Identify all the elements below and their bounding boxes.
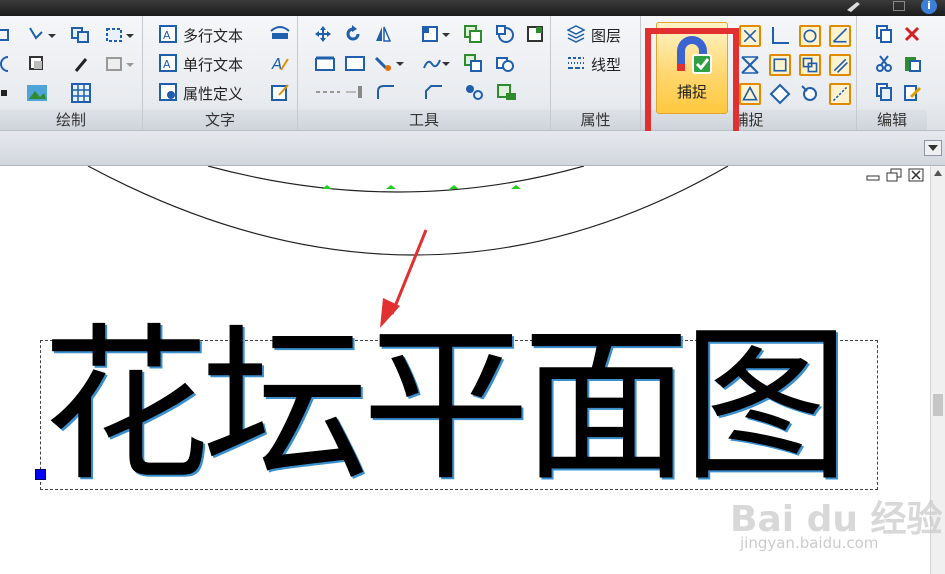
snap-apparent-icon[interactable]	[739, 54, 761, 76]
scroll-up-icon[interactable]	[934, 170, 942, 176]
polyline-tool-icon[interactable]	[28, 26, 58, 44]
restore-icon[interactable]	[886, 168, 902, 182]
scrollbar-thumb[interactable]	[933, 394, 943, 416]
snap-perpendicular-icon[interactable]	[769, 25, 791, 47]
text-style-icon[interactable]	[269, 25, 291, 43]
grip-marker	[322, 185, 332, 189]
snap-intersection-icon[interactable]	[739, 25, 761, 47]
snap-parallel-icon[interactable]	[829, 54, 851, 76]
paste-special-icon[interactable]	[903, 83, 921, 101]
image-insert-icon[interactable]	[26, 82, 48, 104]
title-bar: i	[0, 0, 945, 16]
copy-base-icon[interactable]	[875, 83, 893, 101]
copy-block-icon[interactable]	[70, 26, 92, 44]
text-insertion-grip[interactable]	[35, 469, 46, 480]
drawing-window-controls	[866, 168, 926, 184]
snap-nearest-icon[interactable]	[799, 83, 821, 105]
snap-node-icon[interactable]	[769, 54, 791, 76]
stretch-icon[interactable]	[422, 25, 452, 43]
outer-arc	[87, 166, 729, 256]
array-icon[interactable]	[496, 25, 514, 43]
fillet-icon[interactable]	[374, 83, 396, 101]
block-insert-icon[interactable]	[104, 55, 136, 73]
scale-icon[interactable]	[374, 54, 406, 72]
grip-marker	[386, 185, 396, 189]
linetype-button[interactable]: 线型	[591, 54, 621, 75]
layer-button[interactable]: 图层	[591, 25, 621, 46]
ribbon-group-text: A 多行文本 A 单行文本 A 属性定义 文字	[143, 16, 298, 130]
help-icon[interactable]: i	[921, 0, 937, 14]
ribbon-group-draw: 绘制	[0, 16, 143, 130]
ribbon: 绘制 A 多行文本 A 单行文本 A 属性定义 文字 工具 图层 线型 属性 捕…	[0, 16, 945, 140]
ribbon-group-edit: 编辑	[857, 16, 927, 130]
pen-icon[interactable]	[845, 0, 863, 12]
grip-marker	[449, 185, 459, 189]
snap-tangent-icon[interactable]	[829, 25, 851, 47]
dtext-button[interactable]: 单行文本	[183, 54, 243, 75]
drawing-title-text[interactable]: 花坛平面图	[42, 321, 878, 491]
lengthen-icon[interactable]	[344, 83, 366, 101]
extend-icon[interactable]	[344, 54, 366, 72]
rotate-icon[interactable]	[344, 25, 362, 43]
copy-clipboard-icon[interactable]	[875, 25, 893, 43]
move-icon[interactable]	[314, 25, 332, 43]
block-settings-icon[interactable]	[104, 26, 136, 44]
layer-icon[interactable]	[567, 25, 585, 43]
explode-icon[interactable]	[464, 83, 486, 101]
cut-icon[interactable]	[875, 54, 893, 72]
attdef-button[interactable]: 属性定义	[183, 83, 243, 104]
snap-quadrant-icon[interactable]	[769, 83, 791, 105]
snap-extension-icon[interactable]	[829, 83, 851, 105]
break-icon[interactable]	[422, 54, 452, 72]
ribbon-group-tools: 工具	[298, 16, 551, 130]
attedit-icon[interactable]	[271, 83, 289, 101]
chamfer-corner-icon[interactable]	[422, 83, 444, 101]
inner-arc	[207, 166, 585, 193]
ribbon-group-label-edit: 编辑	[857, 110, 927, 130]
mirror-icon[interactable]	[374, 25, 392, 43]
match-prop-icon[interactable]	[526, 25, 544, 43]
snap-center-icon[interactable]	[799, 25, 821, 47]
snap-insert-icon[interactable]	[799, 54, 821, 76]
ribbon-group-label-text: 文字	[143, 110, 297, 130]
mtext-button[interactable]: 多行文本	[183, 25, 243, 46]
paste-icon[interactable]	[903, 54, 921, 72]
ribbon-collapse-button[interactable]	[924, 140, 942, 156]
svg-text:A: A	[163, 58, 171, 71]
mtext-icon[interactable]: A	[159, 25, 177, 43]
close-icon[interactable]	[908, 168, 924, 182]
maximize-icon[interactable]	[893, 1, 905, 11]
text-edit-icon[interactable]: A	[271, 54, 289, 72]
copy-icon[interactable]	[496, 54, 514, 72]
ribbon-group-label-properties: 属性	[551, 110, 640, 130]
delete-icon[interactable]	[903, 25, 921, 43]
offset-icon[interactable]	[464, 25, 482, 43]
ribbon-group-properties: 图层 线型 属性	[551, 16, 641, 130]
ribbon-group-label-draw: 绘制	[0, 110, 142, 130]
point-tool-icon[interactable]	[0, 84, 8, 102]
join-icon[interactable]	[464, 54, 482, 72]
group-icon[interactable]	[496, 83, 518, 101]
watermark-url: jingyan.baidu.com	[740, 534, 879, 552]
region-tool-icon[interactable]	[28, 55, 46, 73]
grip-marker	[511, 185, 521, 189]
chevron-down-icon	[928, 145, 938, 151]
trim-icon[interactable]	[314, 54, 336, 72]
capture-button-highlight	[645, 28, 739, 140]
rectangle-tool-icon[interactable]	[0, 26, 18, 44]
ribbon-group-label-tools: 工具	[298, 110, 550, 130]
linetype-icon[interactable]	[567, 54, 585, 72]
arc-tool-icon[interactable]	[0, 55, 18, 73]
snap-midpoint-icon[interactable]	[739, 83, 761, 105]
dtext-icon[interactable]: A	[159, 54, 177, 72]
minimize-icon[interactable]	[866, 170, 880, 182]
attdef-icon[interactable]	[159, 83, 177, 101]
svg-text:A: A	[163, 29, 171, 42]
chamfer-icon[interactable]	[314, 83, 342, 101]
toolstrip	[0, 131, 945, 166]
table-tool-icon[interactable]	[70, 82, 92, 104]
brush-tool-icon[interactable]	[72, 55, 90, 73]
annotation-arrow-shaft	[390, 229, 428, 315]
